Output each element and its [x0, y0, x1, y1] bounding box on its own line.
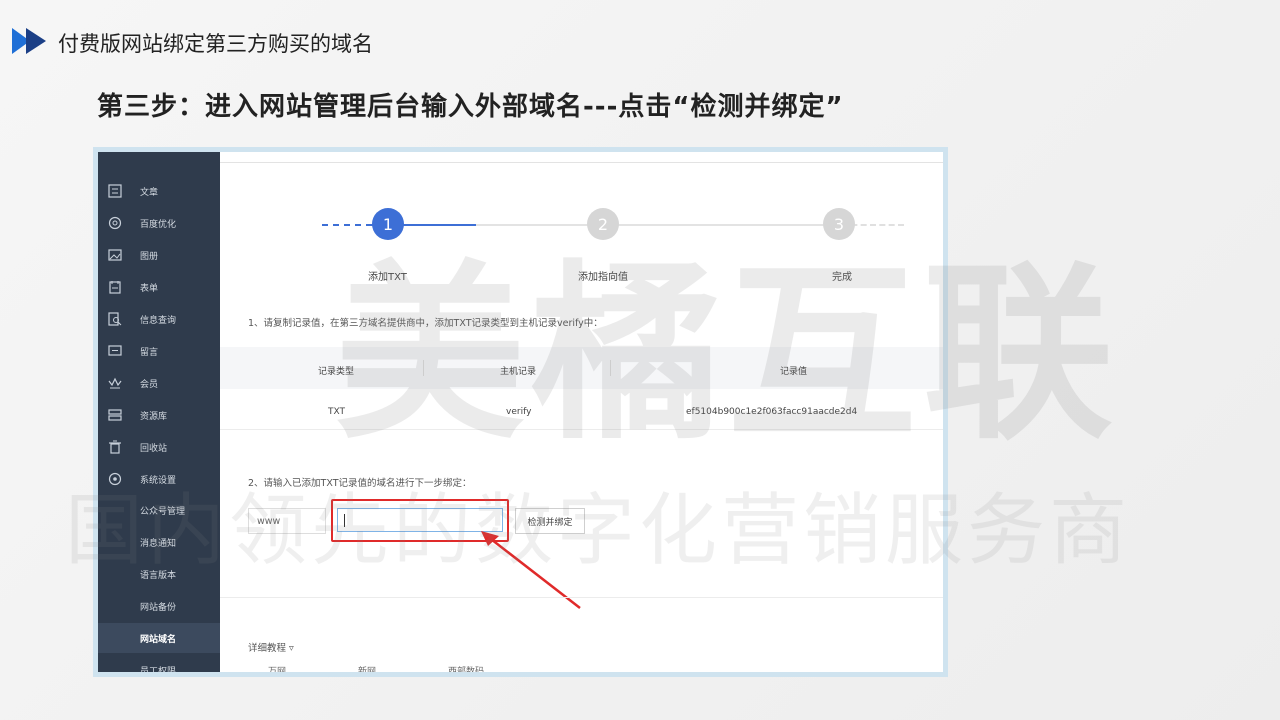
sidebar-item-resources[interactable]: 资源库 — [98, 400, 220, 430]
sidebar-item-label: 系统设置 — [140, 475, 177, 486]
step-label-2: 添加指向值 — [578, 272, 628, 283]
sidebar-item-articles[interactable]: 文章 — [98, 176, 220, 206]
sidebar-item-system-settings[interactable]: 系统设置 — [98, 464, 220, 494]
slide-title: 付费版网站绑定第三方购买的域名 — [58, 32, 373, 56]
section-divider — [220, 597, 943, 598]
row-divider — [220, 429, 943, 430]
step-title: 第三步：进入网站管理后台输入外部域名---点击“检测并绑定” — [97, 92, 844, 122]
record-type-cell: TXT — [328, 407, 346, 417]
tutorial-tab-west[interactable]: 西部数码 — [448, 664, 484, 672]
message-icon — [108, 345, 122, 356]
column-header-host: 主机记录 — [500, 367, 537, 377]
sidebar-item-label: 表单 — [140, 283, 159, 294]
instruction-step2: 2、请输入已添加TXT记录值的域名进行下一步绑定： — [248, 478, 472, 489]
sidebar-item-label: 信息查询 — [140, 315, 177, 326]
step-circle-2: 2 — [587, 208, 619, 240]
sidebar-item-label: 回收站 — [140, 443, 168, 454]
sidebar-item-messages[interactable]: 留言 — [98, 336, 220, 366]
instruction-step1: 1、请复制记录值，在第三方域名提供商中，添加TXT记录类型到主机记录verify… — [248, 318, 603, 329]
column-header-value: 记录值 — [780, 367, 808, 377]
divider — [220, 162, 943, 163]
database-icon — [108, 409, 122, 421]
form-icon — [109, 281, 121, 294]
sidebar-subitem-wechat[interactable]: 公众号管理 — [98, 495, 220, 525]
tutorial-toggle[interactable]: 详细教程 ▿ — [248, 640, 294, 654]
sidebar-item-recycle-bin[interactable]: 回收站 — [98, 432, 220, 462]
sidebar-item-members[interactable]: 会员 — [98, 368, 220, 398]
step-label-3: 完成 — [832, 272, 852, 283]
image-icon — [108, 249, 122, 261]
sidebar-item-label: 会员 — [140, 379, 159, 390]
sidebar-item-info-query[interactable]: 信息查询 — [98, 304, 220, 334]
column-separator — [423, 360, 424, 376]
settings-icon — [108, 472, 122, 486]
search-doc-icon — [108, 312, 122, 326]
trash-icon — [109, 440, 121, 454]
sidebar-item-label: 文章 — [140, 187, 159, 198]
record-value-cell: ef5104b900c1e2f063facc91aacde2d4 — [686, 407, 858, 417]
sidebar-subitem-notifications[interactable]: 消息通知 — [98, 527, 220, 557]
sidebar-item-forms[interactable]: 表单 — [98, 272, 220, 302]
domain-prefix-field[interactable]: www — [248, 508, 326, 534]
target-icon — [108, 216, 122, 230]
main-content: 1 2 3 添加TXT 添加指向值 完成 1、请复制记录值，在第三方域名提供商中… — [220, 152, 943, 672]
stepper-lead-line — [322, 224, 372, 226]
column-separator — [610, 360, 611, 376]
tutorial-tab-wanwang[interactable]: 万网 — [268, 664, 286, 672]
sidebar-item-label: 图册 — [140, 251, 159, 262]
stepper-track-line — [476, 224, 842, 226]
step-circle-1: 1 — [372, 208, 404, 240]
step-label-1: 添加TXT — [368, 272, 407, 283]
list-icon — [108, 184, 122, 198]
column-header-type: 记录类型 — [318, 367, 355, 377]
play-arrow-icon — [12, 28, 46, 54]
step-circle-3: 3 — [823, 208, 855, 240]
sidebar-subitem-backup[interactable]: 网站备份 — [98, 591, 220, 621]
sidebar-item-label: 百度优化 — [140, 219, 177, 230]
sidebar-subitem-staff[interactable]: 员工权限 — [98, 655, 220, 673]
admin-screenshot: 文章 百度优化 图册 表单 信息查询 留言 会员 资源库 回收站 系统设置 公众… — [93, 147, 948, 677]
record-host-cell: verify — [506, 407, 532, 417]
sidebar-item-label: 资源库 — [140, 411, 168, 422]
sidebar-item-albums[interactable]: 图册 — [98, 240, 220, 270]
tutorial-tab-xinwang[interactable]: 新网 — [358, 664, 376, 672]
sidebar-item-baidu-seo[interactable]: 百度优化 — [98, 208, 220, 238]
red-arrow-annotation — [481, 531, 581, 609]
member-icon — [108, 377, 122, 389]
sidebar-subitem-languages[interactable]: 语言版本 — [98, 559, 220, 589]
sidebar: 文章 百度优化 图册 表单 信息查询 留言 会员 资源库 回收站 系统设置 公众… — [98, 152, 220, 672]
sidebar-subitem-domains[interactable]: 网站域名 — [98, 623, 220, 653]
sidebar-item-label: 留言 — [140, 347, 159, 358]
